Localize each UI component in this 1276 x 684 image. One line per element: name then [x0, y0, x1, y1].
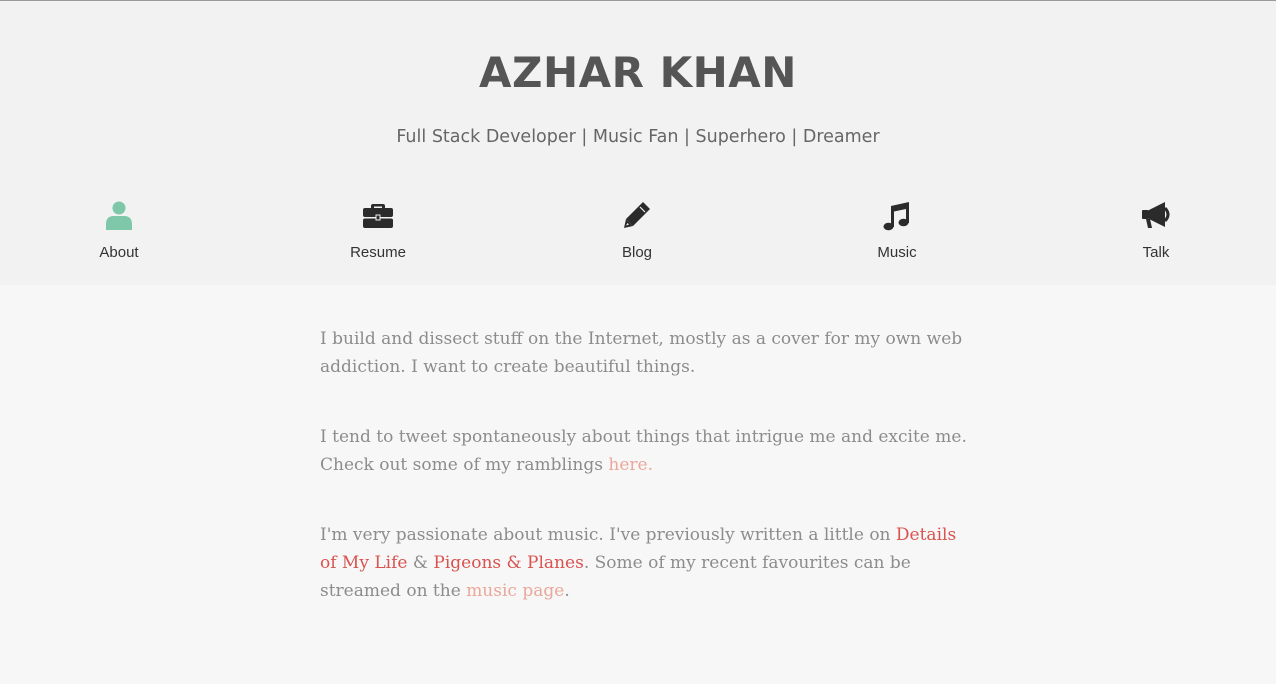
music-paragraph: I'm very passionate about music. I've pr… [320, 521, 970, 605]
nav-item-blog[interactable]: Blog [557, 197, 717, 269]
site-header: AZHAR KHAN Full Stack Developer | Music … [0, 1, 1276, 285]
pencil-icon [619, 197, 655, 233]
nav-label-talk: Talk [1142, 244, 1170, 261]
music-page-link[interactable]: music page [466, 581, 564, 601]
nav-item-resume[interactable]: Resume [298, 197, 458, 269]
site-title[interactable]: AZHAR KHAN [0, 45, 1276, 101]
music-text-1: I'm very passionate about music. I've pr… [320, 525, 896, 545]
user-icon [101, 197, 137, 233]
intro-text: I build and dissect stuff on the Interne… [320, 329, 963, 377]
music-note-icon [879, 197, 915, 233]
briefcase-icon [360, 197, 396, 233]
nav-label-about: About [99, 244, 139, 261]
site-tagline: Full Stack Developer | Music Fan | Super… [396, 127, 880, 147]
twitter-link[interactable]: here. [608, 455, 653, 475]
nav-item-music[interactable]: Music [817, 197, 977, 269]
nav-label-blog: Blog [621, 244, 653, 261]
nav-item-talk[interactable]: Talk [1076, 197, 1236, 269]
nav-label-resume: Resume [350, 244, 406, 261]
nav-item-about[interactable]: About [39, 197, 199, 269]
music-text-end: . [564, 581, 570, 601]
ampersand-text: & [407, 553, 434, 573]
intro-paragraph: I build and dissect stuff on the Interne… [320, 325, 970, 381]
megaphone-icon [1138, 197, 1174, 233]
twitter-paragraph: I tend to tweet spontaneously about thin… [320, 423, 970, 479]
about-content: I build and dissect stuff on the Interne… [320, 325, 970, 647]
nav-label-music: Music [877, 244, 917, 261]
pigeons-and-planes-link[interactable]: Pigeons & Planes [433, 553, 583, 573]
